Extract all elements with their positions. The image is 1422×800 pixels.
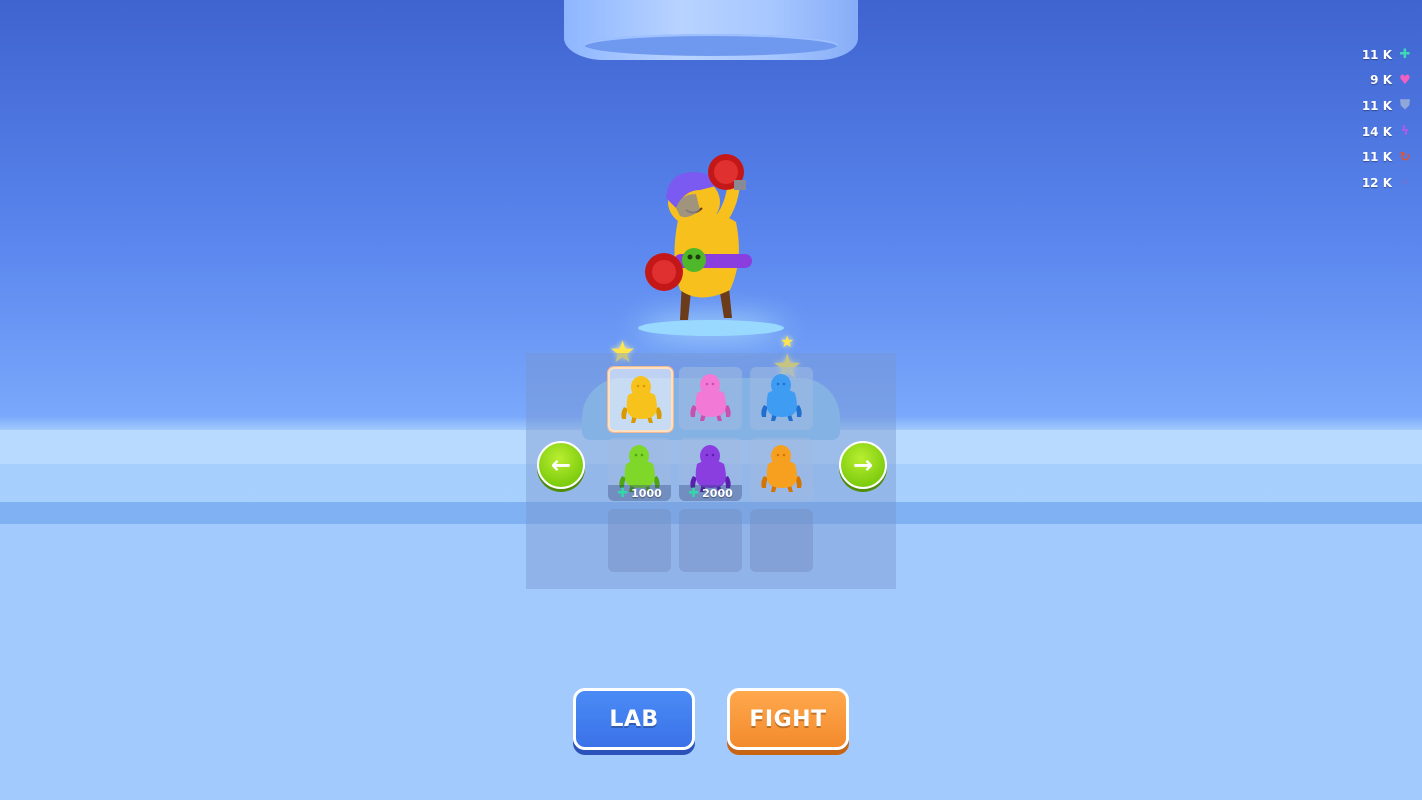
- character-slot[interactable]: [750, 367, 813, 430]
- next-arrow-button[interactable]: →: [839, 441, 887, 489]
- lab-button-label: LAB: [609, 706, 659, 732]
- stat-row: 14 K ϟ: [1322, 119, 1412, 145]
- health-cross-icon: ✚: [617, 485, 629, 501]
- shield-icon: ⛊: [1400, 98, 1410, 114]
- arrow-right-icon: →: [852, 451, 874, 479]
- character-slot[interactable]: [679, 367, 742, 430]
- fight-button[interactable]: FIGHT: [727, 688, 849, 750]
- stat-value: 12 K: [1361, 175, 1392, 190]
- stat-value: 11 K: [1361, 98, 1392, 113]
- empty-slot: [679, 509, 742, 572]
- health-cross-icon: ✚: [1399, 47, 1411, 63]
- stat-value: 9 K: [1370, 73, 1392, 88]
- ceiling-tube-rim: [584, 34, 838, 56]
- character-slot[interactable]: [608, 367, 673, 432]
- stat-row: 11 K ✚: [1322, 42, 1412, 68]
- character-avatar: [761, 445, 802, 492]
- character-avatar: [621, 376, 662, 423]
- stat-row: 9 K ♥: [1322, 68, 1412, 94]
- stat-row: 11 K ⛊: [1322, 93, 1412, 119]
- character-slot[interactable]: ✚ 1000: [608, 438, 671, 501]
- character-avatar: [761, 374, 802, 421]
- arrow-left-icon: ←: [550, 451, 572, 479]
- health-cross-icon: ✚: [688, 485, 700, 501]
- stat-row: 12 K «: [1322, 170, 1412, 196]
- lab-button[interactable]: LAB: [573, 688, 695, 750]
- stats-panel: 11 K ✚ 9 K ♥ 11 K ⛊ 14 K ϟ 11 K ↻ 12 K «: [1322, 42, 1412, 196]
- stat-value: 11 K: [1361, 47, 1392, 62]
- price-value: 2000: [702, 486, 733, 500]
- stat-row: 11 K ↻: [1322, 144, 1412, 170]
- stat-value: 14 K: [1361, 124, 1392, 139]
- unlock-price: ✚ 2000: [679, 485, 742, 501]
- empty-slot: [608, 509, 671, 572]
- price-value: 1000: [631, 486, 662, 500]
- heart-icon: ♥: [1399, 72, 1411, 88]
- empty-slot: [750, 509, 813, 572]
- stat-value: 11 K: [1361, 150, 1392, 165]
- star-icon: ★: [780, 332, 795, 351]
- character-slot[interactable]: ✚ 2000: [679, 438, 742, 501]
- hero-character: [640, 150, 760, 325]
- lightning-icon: ϟ: [1400, 124, 1410, 140]
- character-avatar: [690, 374, 731, 421]
- previous-arrow-button[interactable]: ←: [537, 441, 585, 489]
- fight-button-label: FIGHT: [749, 706, 827, 732]
- character-slot[interactable]: [750, 438, 813, 501]
- swirl-icon: ↻: [1399, 149, 1411, 165]
- speed-chevrons-icon: «: [1400, 175, 1410, 191]
- unlock-price: ✚ 1000: [608, 485, 671, 501]
